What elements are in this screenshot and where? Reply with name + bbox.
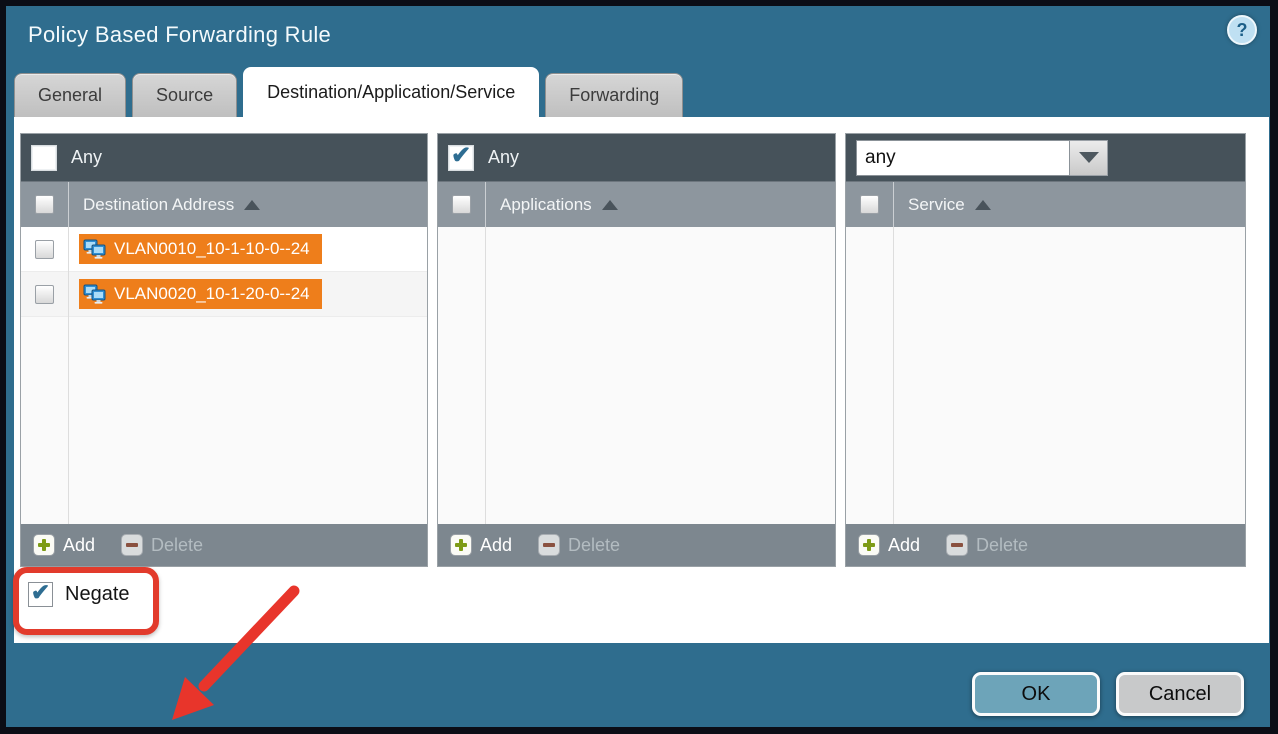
service-type-value[interactable]: any — [856, 140, 1070, 176]
table-row: VLAN0020_10-1-20-0--24 — [21, 272, 427, 317]
service-select-all-checkbox[interactable] — [860, 195, 879, 214]
negate-row: ✔ Negate — [28, 582, 130, 607]
destination-select-all-checkbox[interactable] — [35, 195, 54, 214]
negate-checkbox[interactable]: ✔ — [28, 582, 53, 607]
network-address-icon — [83, 284, 107, 305]
applications-footer: Add Delete — [438, 524, 835, 566]
add-plus-icon — [450, 534, 472, 556]
tab-destination-application-service[interactable]: Destination/Application/Service — [243, 67, 539, 117]
address-object-chip[interactable]: VLAN0020_10-1-20-0--24 — [79, 279, 322, 309]
address-object-label: VLAN0020_10-1-20-0--24 — [114, 284, 310, 304]
destination-any-checkbox[interactable] — [31, 145, 57, 171]
delete-minus-icon — [946, 534, 968, 556]
pbf-rule-dialog: Policy Based Forwarding Rule ? General S… — [6, 6, 1270, 727]
dialog-title: Policy Based Forwarding Rule — [28, 22, 331, 48]
applications-header-label[interactable]: Applications — [500, 195, 592, 215]
tab-general[interactable]: General — [14, 73, 126, 117]
network-address-icon — [83, 239, 107, 260]
destination-footer: Add Delete — [21, 524, 427, 566]
applications-delete-button[interactable]: Delete — [538, 534, 620, 556]
service-list — [846, 227, 1245, 524]
chevron-down-icon — [1079, 152, 1099, 163]
table-row: VLAN0010_10-1-10-0--24 — [21, 227, 427, 272]
service-delete-button[interactable]: Delete — [946, 534, 1028, 556]
destination-any-label: Any — [71, 147, 102, 168]
applications-add-button[interactable]: Add — [450, 534, 512, 556]
tab-source[interactable]: Source — [132, 73, 237, 117]
destination-delete-button[interactable]: Delete — [121, 534, 203, 556]
address-object-chip[interactable]: VLAN0010_10-1-10-0--24 — [79, 234, 322, 264]
help-icon[interactable]: ? — [1227, 15, 1257, 45]
row-checkbox[interactable] — [35, 285, 54, 304]
service-footer: Add Delete — [846, 524, 1245, 566]
address-object-label: VLAN0010_10-1-10-0--24 — [114, 239, 310, 259]
service-select-bar: any — [846, 134, 1245, 181]
service-panel: any Service — [845, 133, 1246, 567]
applications-any-bar: ✔ Any — [438, 134, 835, 181]
row-checkbox[interactable] — [35, 240, 54, 259]
add-plus-icon — [33, 534, 55, 556]
applications-any-label: Any — [488, 147, 519, 168]
service-type-dropdown[interactable]: any — [856, 140, 1108, 176]
tab-bar: General Source Destination/Application/S… — [14, 68, 683, 117]
applications-panel: ✔ Any Applications — [437, 133, 836, 567]
tab-content: Any Destination Address — [14, 117, 1269, 643]
cancel-button[interactable]: Cancel — [1116, 672, 1244, 716]
delete-minus-icon — [538, 534, 560, 556]
service-header-label[interactable]: Service — [908, 195, 965, 215]
add-plus-icon — [858, 534, 880, 556]
service-add-button[interactable]: Add — [858, 534, 920, 556]
tab-forwarding[interactable]: Forwarding — [545, 73, 683, 117]
applications-select-all-checkbox[interactable] — [452, 195, 471, 214]
service-column-header: Service — [846, 181, 1245, 227]
screenshot-root: Policy Based Forwarding Rule ? General S… — [0, 0, 1278, 734]
destination-add-button[interactable]: Add — [33, 534, 95, 556]
applications-column-header: Applications — [438, 181, 835, 227]
dropdown-trigger-button[interactable] — [1070, 140, 1108, 176]
sort-ascending-icon[interactable] — [602, 200, 618, 210]
destination-column-header: Destination Address — [21, 181, 427, 227]
delete-minus-icon — [121, 534, 143, 556]
destination-any-bar: Any — [21, 134, 427, 181]
annotation-arrow-icon — [154, 567, 319, 734]
sort-ascending-icon[interactable] — [244, 200, 260, 210]
ok-button[interactable]: OK — [972, 672, 1100, 716]
applications-list — [438, 227, 835, 524]
sort-ascending-icon[interactable] — [975, 200, 991, 210]
destination-list: VLAN0010_10-1-10-0--24 — [21, 227, 427, 524]
destination-header-label[interactable]: Destination Address — [83, 195, 234, 215]
destination-address-panel: Any Destination Address — [20, 133, 428, 567]
negate-label: Negate — [65, 583, 130, 606]
applications-any-checkbox[interactable]: ✔ — [448, 145, 474, 171]
